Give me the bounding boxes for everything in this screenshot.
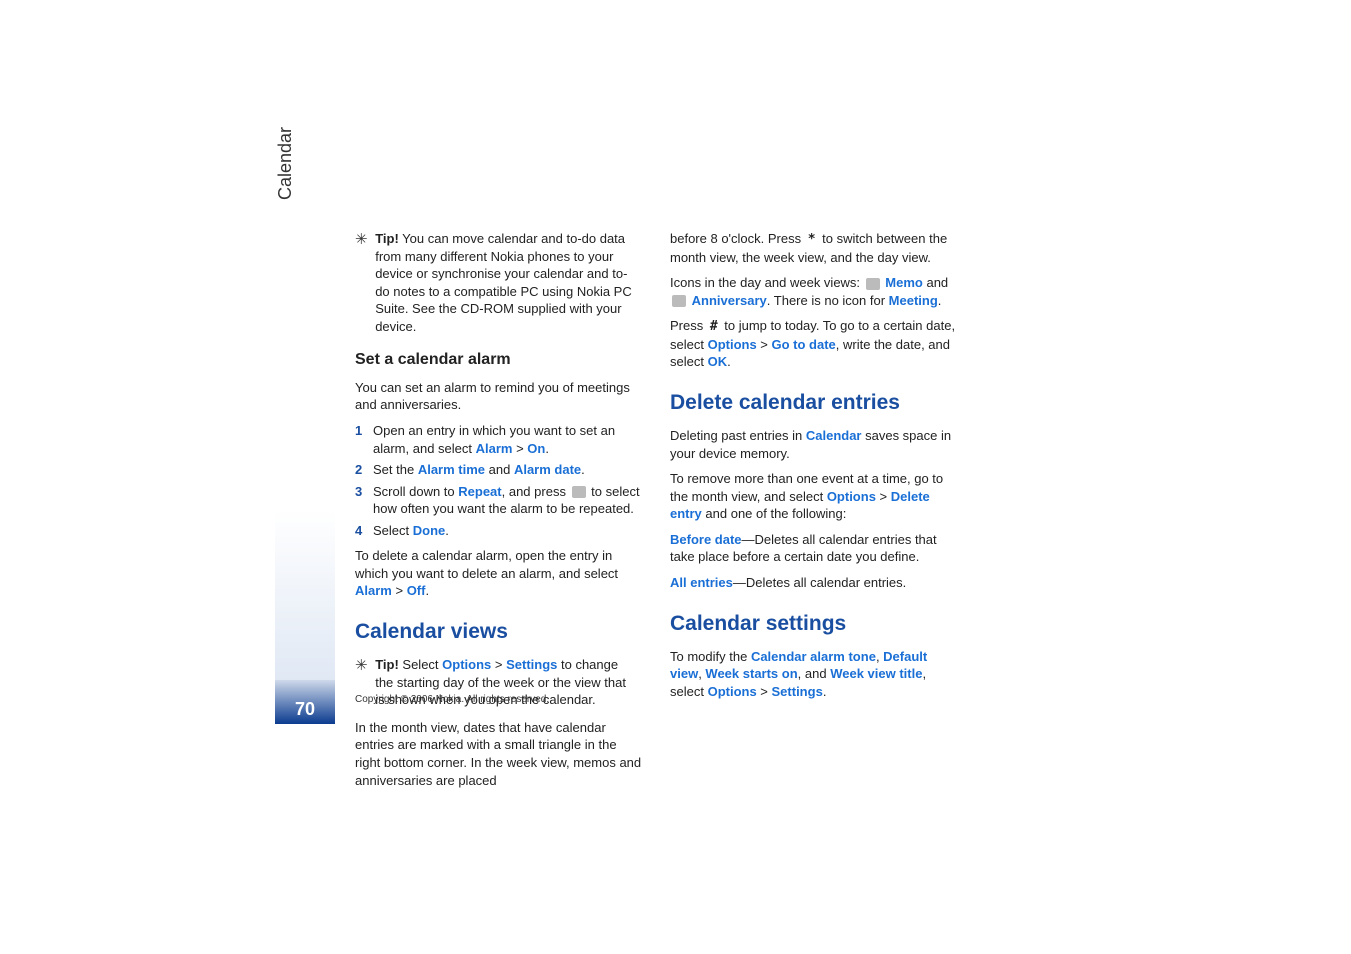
- ui-term: Alarm date: [514, 462, 581, 477]
- ui-term: Repeat: [458, 484, 501, 499]
- text: Press: [670, 318, 707, 333]
- para-month-view: In the month view, dates that have calen…: [355, 719, 645, 789]
- memo-icon: [866, 278, 880, 290]
- text: .: [581, 462, 585, 477]
- tip-block: ✳ Tip! You can move calendar and to-do d…: [355, 230, 645, 335]
- text: , and press: [502, 484, 570, 499]
- text: before 8 o'clock. Press: [670, 231, 805, 246]
- heading-calendar-settings: Calendar settings: [670, 610, 960, 638]
- text: .: [445, 523, 449, 538]
- sidebar: Calendar 70: [275, 160, 335, 780]
- ui-term: Options: [442, 657, 491, 672]
- text: >: [876, 489, 891, 504]
- text: , and: [798, 666, 831, 681]
- text: .: [727, 354, 731, 369]
- para-before8: before 8 o'clock. Press * to switch betw…: [670, 230, 960, 266]
- heading-delete-entries: Delete calendar entries: [670, 389, 960, 417]
- heading-set-alarm: Set a calendar alarm: [355, 349, 645, 371]
- ui-term: Off: [407, 583, 426, 598]
- ui-term: OK: [708, 354, 728, 369]
- tip-icon: ✳: [355, 656, 368, 676]
- para-press-hash: Press # to jump to today. To go to a cer…: [670, 317, 960, 371]
- text: .: [545, 441, 549, 456]
- ui-term: Calendar alarm tone: [751, 649, 876, 664]
- text: and: [923, 275, 948, 290]
- text: .: [425, 583, 429, 598]
- text: Select: [399, 657, 442, 672]
- ui-term: Options: [708, 337, 757, 352]
- ui-term: Options: [827, 489, 876, 504]
- ui-term: All entries: [670, 575, 733, 590]
- ui-term: Alarm time: [418, 462, 485, 477]
- ui-term: Alarm: [355, 583, 392, 598]
- text: >: [512, 441, 527, 456]
- ui-term: Options: [708, 684, 757, 699]
- text: .: [938, 293, 942, 308]
- ui-term: Alarm: [476, 441, 513, 456]
- text: Icons in the day and week views:: [670, 275, 864, 290]
- step-1: 1 Open an entry in which you want to set…: [355, 422, 645, 457]
- text: . There is no icon for: [767, 293, 889, 308]
- step-4: 4 Select Done.: [355, 522, 645, 540]
- tip-body-text: You can move calendar and to-do data fro…: [375, 231, 632, 334]
- text: >: [757, 337, 772, 352]
- column-left: ✳ Tip! You can move calendar and to-do d…: [355, 230, 645, 797]
- heading-calendar-views: Calendar views: [355, 618, 645, 646]
- column-right: before 8 o'clock. Press * to switch betw…: [670, 230, 960, 709]
- copyright: Copyright © 2006 Nokia. All rights reser…: [355, 694, 549, 705]
- key-star: *: [808, 231, 816, 249]
- para-before-date: Before date—Deletes all calendar entries…: [670, 531, 960, 566]
- text: >: [392, 583, 407, 598]
- text: >: [757, 684, 772, 699]
- para-settings: To modify the Calendar alarm tone, Defau…: [670, 648, 960, 701]
- ui-term: Done: [413, 523, 446, 538]
- text: and one of the following:: [702, 506, 847, 521]
- text: —Deletes all calendar entries.: [733, 575, 906, 590]
- text: Deleting past entries in: [670, 428, 806, 443]
- nav-right-icon: [572, 486, 586, 498]
- ui-term: Week starts on: [705, 666, 797, 681]
- text: Scroll down to: [373, 484, 458, 499]
- text: To delete a calendar alarm, open the ent…: [355, 548, 618, 581]
- para-set-intro: You can set an alarm to remind you of me…: [355, 379, 645, 414]
- para-icons: Icons in the day and week views: Memo an…: [670, 274, 960, 309]
- text: Set the: [373, 462, 418, 477]
- ui-term: Anniversary: [692, 293, 767, 308]
- anniversary-icon: [672, 295, 686, 307]
- page-number: 70: [275, 680, 335, 724]
- tip-label: Tip!: [375, 231, 399, 246]
- ui-term: Meeting: [889, 293, 938, 308]
- tip-icon: ✳: [355, 230, 368, 250]
- steps-list: 1 Open an entry in which you want to set…: [355, 422, 645, 539]
- tip-label: Tip!: [375, 657, 399, 672]
- text: and: [485, 462, 514, 477]
- ui-term: Memo: [885, 275, 923, 290]
- text: Select: [373, 523, 413, 538]
- section-label: Calendar: [275, 127, 296, 200]
- para-delete1: Deleting past entries in Calendar saves …: [670, 427, 960, 462]
- ui-term: Week view title: [830, 666, 922, 681]
- step-2: 2 Set the Alarm time and Alarm date.: [355, 461, 645, 479]
- ui-term: Before date: [670, 532, 742, 547]
- key-hash: #: [710, 318, 718, 336]
- ui-term: Calendar: [806, 428, 862, 443]
- tip-text: Tip! You can move calendar and to-do dat…: [375, 230, 635, 335]
- para-delete2: To remove more than one event at a time,…: [670, 470, 960, 523]
- text: >: [491, 657, 506, 672]
- ui-term: On: [527, 441, 545, 456]
- ui-term: Settings: [506, 657, 557, 672]
- para-delete-alarm: To delete a calendar alarm, open the ent…: [355, 547, 645, 600]
- para-all-entries: All entries—Deletes all calendar entries…: [670, 574, 960, 592]
- ui-term: Settings: [772, 684, 823, 699]
- text: .: [823, 684, 827, 699]
- text: To modify the: [670, 649, 751, 664]
- step-3: 3 Scroll down to Repeat, and press to se…: [355, 483, 645, 518]
- ui-term: Go to date: [772, 337, 836, 352]
